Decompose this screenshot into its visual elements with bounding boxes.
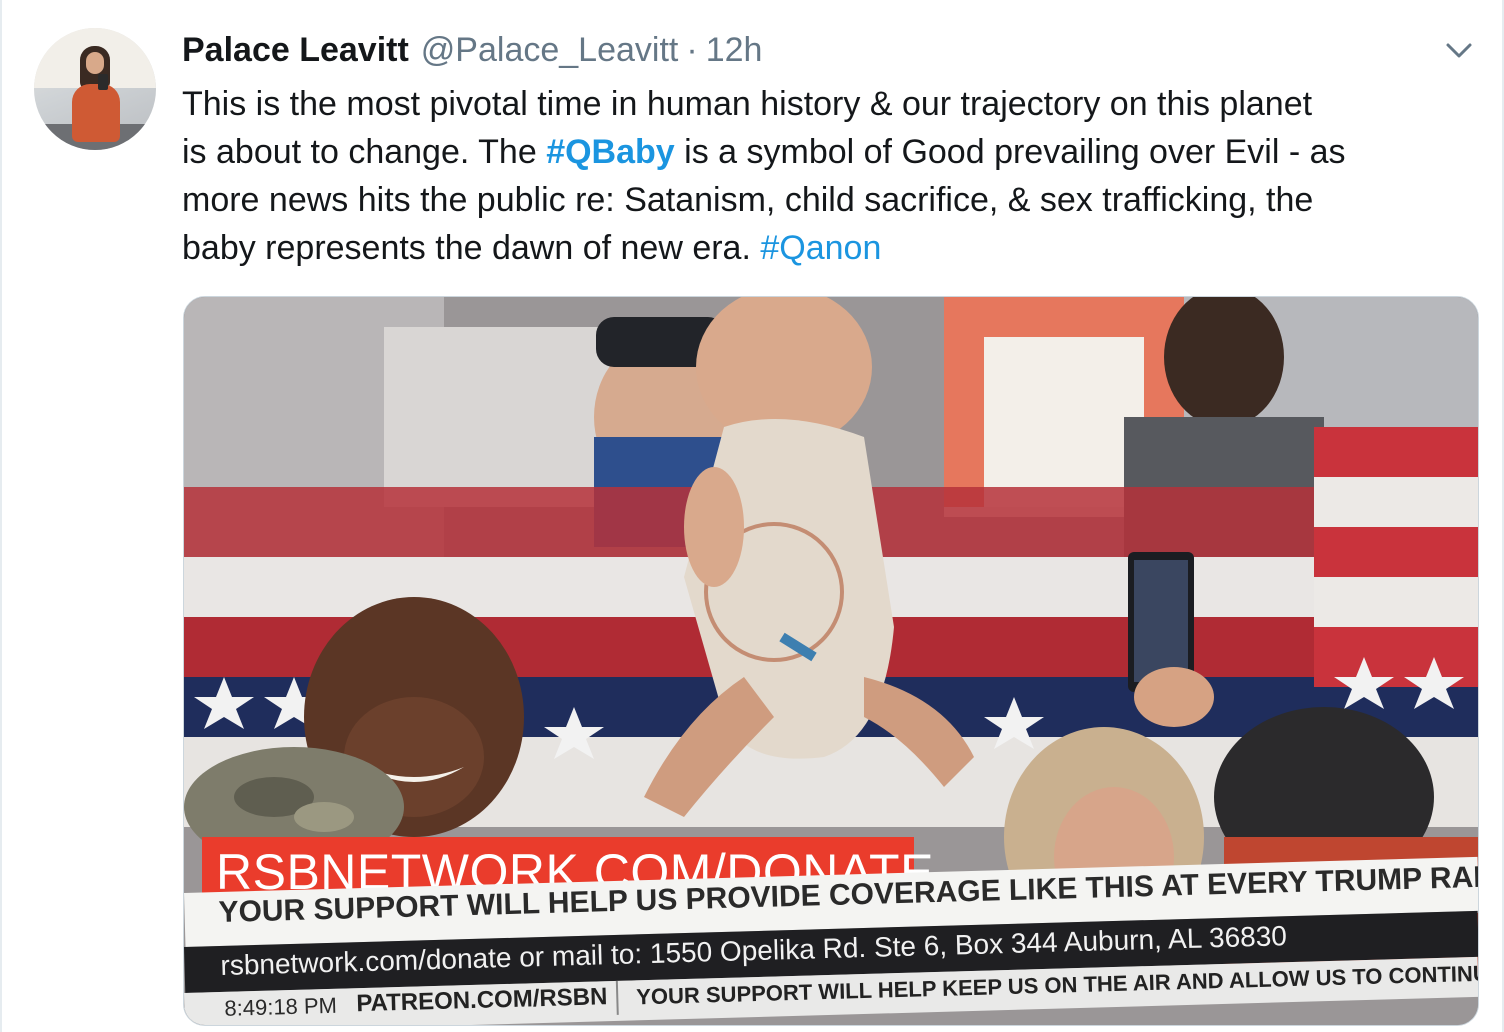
- tweet-text-line: is about to change. The #QBaby is a symb…: [182, 128, 1482, 176]
- tweet-text-segment: baby represents the dawn of new era.: [182, 229, 761, 267]
- header-separator: ·: [686, 31, 698, 69]
- avatar[interactable]: [34, 28, 156, 150]
- tweet-text: This is the most pivotal time in human h…: [182, 80, 1482, 272]
- avatar-phone: [98, 74, 108, 90]
- tweet-text-segment: is about to change. The: [182, 133, 547, 171]
- avatar-face: [86, 52, 104, 74]
- tweet-text-segment: is a symbol of Good prevailing over Evil…: [674, 133, 1346, 171]
- ticker-divider: [615, 980, 619, 1015]
- author-handle[interactable]: @Palace_Leavitt: [421, 28, 679, 72]
- tweet-text-line: This is the most pivotal time in human h…: [182, 85, 1313, 123]
- tweet-timestamp[interactable]: 12h: [706, 28, 763, 72]
- tweet-text-line: more news hits the public re: Satanism, …: [182, 181, 1314, 219]
- tweet-header: Palace Leavitt @Palace_Leavitt · 12h: [182, 28, 762, 72]
- tweet-card[interactable]: Palace Leavitt @Palace_Leavitt · 12h Thi…: [0, 0, 1504, 1032]
- ticker-clock: 8:49:18 PM: [224, 992, 338, 1021]
- avatar-sweater: [72, 84, 120, 142]
- author-name[interactable]: Palace Leavitt: [182, 28, 409, 72]
- chevron-down-icon[interactable]: [1442, 38, 1476, 62]
- tweet-media-photo[interactable]: RSBNETWORK.COM/DONATE YOUR SUPPORT WILL …: [183, 296, 1479, 1026]
- hashtag-qbaby-link[interactable]: #QBaby: [546, 133, 675, 171]
- ticker-patreon: PATREON.COM/RSBN: [355, 983, 608, 1018]
- hashtag-qanon-link[interactable]: #Qanon: [760, 229, 881, 267]
- tweet-text-line: baby represents the dawn of new era. #Qa…: [182, 224, 1482, 272]
